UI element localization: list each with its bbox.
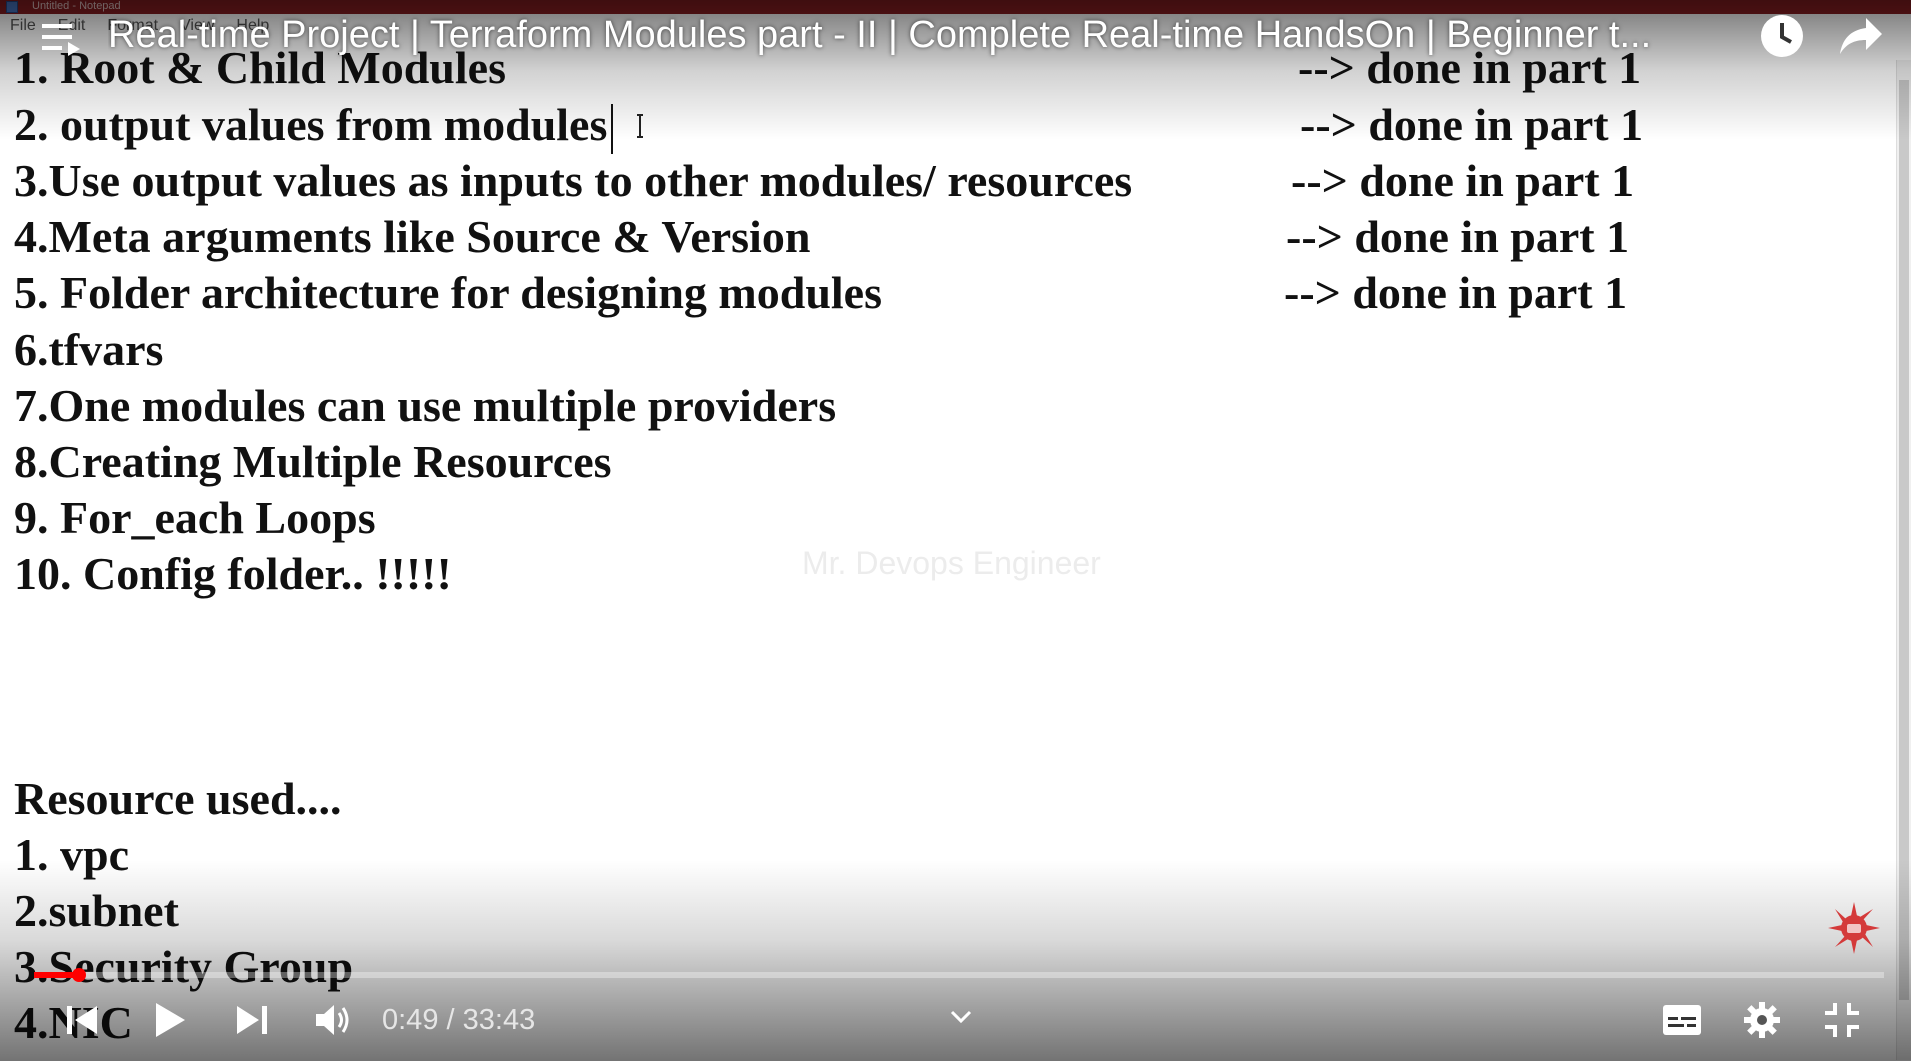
resource-item: 2.subnet (14, 885, 179, 936)
resource-item: 1. vpc (14, 829, 129, 880)
share-arrow-icon[interactable] (1836, 12, 1886, 60)
current-time: 0:49 (382, 1004, 439, 1036)
menu-file[interactable]: File (10, 17, 36, 35)
previous-icon[interactable] (62, 1000, 102, 1040)
notepad-icon (6, 1, 18, 13)
play-icon[interactable] (148, 998, 192, 1042)
doc-line: 4.Meta arguments like Source & Version (14, 211, 811, 262)
done-note: --> done in part 1 (1291, 155, 1635, 206)
time-display: 0:49 / 33:43 (382, 1000, 535, 1040)
doc-line: 9. For_each Loops (14, 492, 376, 543)
captions-icon[interactable] (1660, 1000, 1704, 1040)
next-icon[interactable] (232, 1000, 272, 1040)
done-note: --> done in part 1 (1300, 99, 1644, 150)
ibeam-cursor-icon (637, 114, 643, 138)
duration: 33:43 (462, 1004, 536, 1036)
progress-scrubber[interactable] (72, 968, 86, 982)
doc-line: 10. Config folder.. !!!!! (14, 548, 452, 599)
time-separator: / (438, 1004, 463, 1036)
chevron-down-icon[interactable] (946, 1002, 976, 1032)
doc-line: 7.One modules can use multiple providers (14, 380, 837, 431)
doc-line: 3.Use output values as inputs to other m… (14, 155, 1133, 206)
doc-line: 8.Creating Multiple Resources (14, 436, 612, 487)
resources-heading: Resource used.... (14, 773, 342, 824)
exit-fullscreen-icon[interactable] (1820, 998, 1864, 1042)
resource-item: 3.Security Group (14, 941, 354, 992)
done-note: --> done in part 1 (1286, 211, 1630, 262)
clock-icon[interactable] (1758, 12, 1806, 60)
progress-bar[interactable] (34, 968, 1884, 982)
doc-line: 6.tfvars (14, 324, 164, 375)
notepad-text-area[interactable]: 1. Root & Child Modules 2. output values… (0, 40, 1911, 1061)
doc-line-text: 2. output values from modules (14, 99, 608, 150)
channel-branding-logo[interactable] (1826, 900, 1882, 956)
video-title[interactable]: Real-time Project | Terraform Modules pa… (108, 10, 1728, 60)
channel-watermark: Mr. Devops Engineer (802, 545, 1101, 581)
gear-icon[interactable] (1740, 998, 1784, 1042)
text-caret (611, 104, 614, 155)
playlist-menu-icon[interactable] (38, 14, 86, 62)
notepad-scrollbar[interactable] (1896, 60, 1911, 1060)
doc-line: 2. output values from modules (14, 97, 614, 155)
doc-line: 5. Folder architecture for designing mod… (14, 267, 883, 318)
done-note: --> done in part 1 (1284, 267, 1628, 318)
volume-icon[interactable] (312, 1000, 356, 1040)
scrollbar-thumb[interactable] (1899, 80, 1909, 1000)
